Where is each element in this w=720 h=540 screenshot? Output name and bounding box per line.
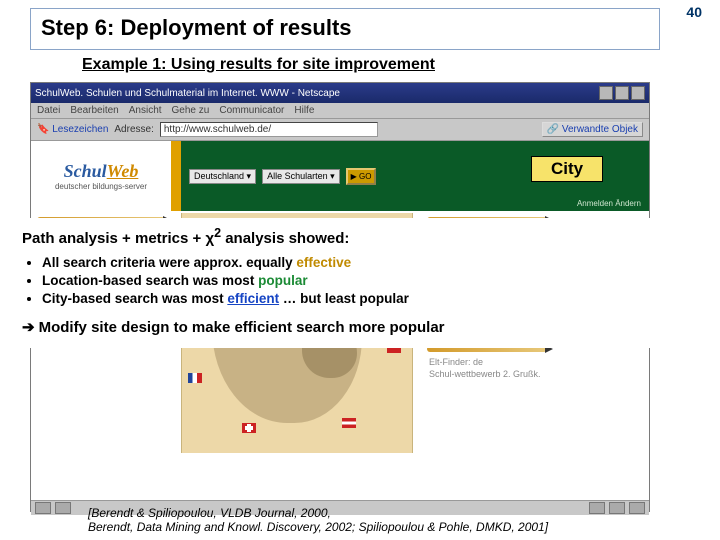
- arrow-right-icon: ➔: [22, 319, 35, 336]
- logo: SchulWeb: [64, 162, 139, 180]
- menu-item[interactable]: Communicator: [219, 105, 284, 116]
- analysis-bullets: All search criteria were approx. equally…: [42, 255, 664, 306]
- address-label: Adresse:: [114, 124, 153, 135]
- analysis-overlay: Path analysis + metrics + χ2 analysis sh…: [12, 218, 674, 348]
- city-callout: City: [531, 156, 603, 182]
- analysis-lead: Path analysis + metrics + χ2 analysis sh…: [22, 226, 664, 247]
- related-button[interactable]: 🔗 Verwandte Objek: [542, 122, 643, 137]
- minimize-icon[interactable]: [599, 86, 613, 100]
- menu-item[interactable]: Ansicht: [129, 105, 162, 116]
- country-dropdown[interactable]: Deutschland ▾: [189, 169, 256, 184]
- maximize-icon[interactable]: [615, 86, 629, 100]
- menu-item[interactable]: Datei: [37, 105, 60, 116]
- list-item: All search criteria were approx. equally…: [42, 255, 664, 270]
- list-item: City-based search was most efficient … b…: [42, 291, 664, 306]
- slide-title: Step 6: Deployment of results: [30, 8, 660, 50]
- go-button[interactable]: ▶ GO: [346, 168, 377, 185]
- list-item: Schul-wettbewerb 2. Grußk.: [421, 368, 649, 380]
- browser-toolbar: 🔖 Lesezeichen Adresse: http://www.schulw…: [31, 119, 649, 141]
- menu-item[interactable]: Hilfe: [294, 105, 314, 116]
- related-label: Verwandte Objek: [562, 124, 638, 135]
- list-item: Location-based search was most popular: [42, 273, 664, 288]
- status-icon: [55, 502, 71, 514]
- banner-links[interactable]: Anmelden Ändern: [577, 200, 641, 209]
- list-item: Elt-Finder: de: [421, 356, 649, 368]
- status-icon: [35, 502, 51, 514]
- browser-menubar: Datei Bearbeiten Ansicht Gehe zu Communi…: [31, 103, 649, 119]
- flag-ch-icon: [242, 423, 256, 433]
- schooltype-dropdown[interactable]: Alle Schularten ▾: [262, 169, 340, 184]
- slide-subtitle: Example 1: Using results for site improv…: [82, 56, 435, 74]
- window-title-text: SchulWeb. Schulen und Schulmaterial im I…: [35, 88, 340, 99]
- bookmarks-label: Lesezeichen: [52, 124, 108, 135]
- site-banner: SchulWeb deutscher bildungs-server Deuts…: [31, 141, 649, 211]
- analysis-conclusion: ➔Modify site design to make efficient se…: [22, 318, 664, 336]
- flag-at-icon: [342, 418, 356, 428]
- address-input[interactable]: http://www.schulweb.de/: [160, 122, 378, 137]
- menu-item[interactable]: Bearbeiten: [70, 105, 118, 116]
- page-number: 40: [686, 4, 702, 20]
- bookmarks-button[interactable]: 🔖 Lesezeichen: [37, 124, 108, 135]
- citation: [Berendt & Spiliopoulou, VLDB Journal, 2…: [88, 506, 690, 534]
- close-icon[interactable]: [631, 86, 645, 100]
- browser-titlebar: SchulWeb. Schulen und Schulmaterial im I…: [31, 83, 649, 103]
- flag-fr-icon: [188, 373, 202, 383]
- menu-item[interactable]: Gehe zu: [172, 105, 210, 116]
- logo-subtext: deutscher bildungs-server: [55, 182, 147, 191]
